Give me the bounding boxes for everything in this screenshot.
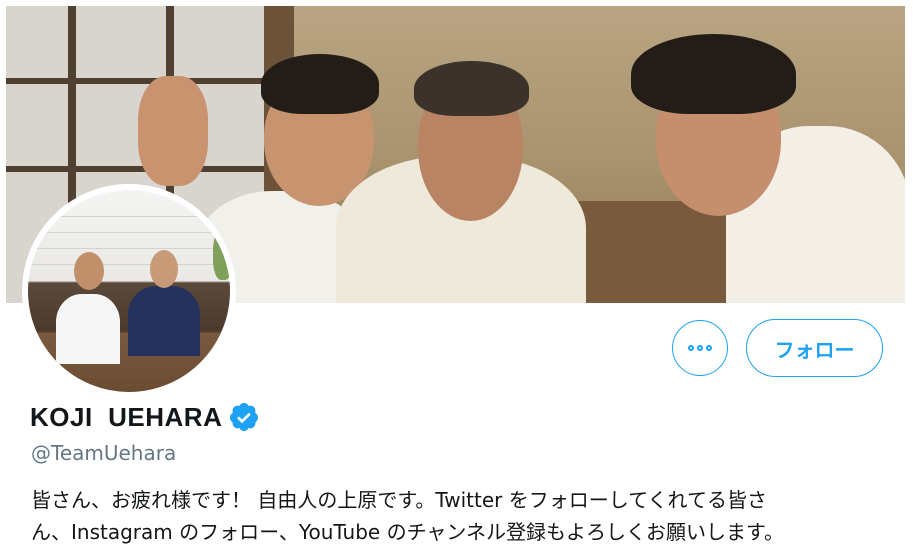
follow-button[interactable]: フォロー xyxy=(746,319,883,377)
more-dots-icon xyxy=(688,345,694,351)
profile-handle: @TeamUehara xyxy=(31,441,177,465)
person-left-hair xyxy=(261,54,379,114)
profile-avatar[interactable] xyxy=(22,184,236,398)
thumbs-up-hand xyxy=(138,76,208,186)
profile-bio: 皆さん、お疲れ様です！ 自由人の上原です。Twitter をフォローしてくれてる… xyxy=(31,484,881,548)
person-middle-hair xyxy=(414,61,529,116)
more-options-button[interactable] xyxy=(672,320,728,376)
avatar-person-left xyxy=(56,294,120,364)
bio-line: ん、Instagram のフォロー、YouTube のチャンネル登録もよろしくお… xyxy=(31,520,784,544)
display-name: KOJI UEHARA xyxy=(30,401,223,432)
avatar-photo xyxy=(28,190,230,392)
avatar-person-right xyxy=(128,286,200,356)
bio-line: 皆さん、お疲れ様です！ 自由人の上原です。Twitter をフォローしてくれてる… xyxy=(31,488,767,512)
profile-name-row: KOJI UEHARA xyxy=(30,401,260,433)
person-right-hair xyxy=(631,34,796,114)
verified-badge-icon xyxy=(230,403,259,431)
